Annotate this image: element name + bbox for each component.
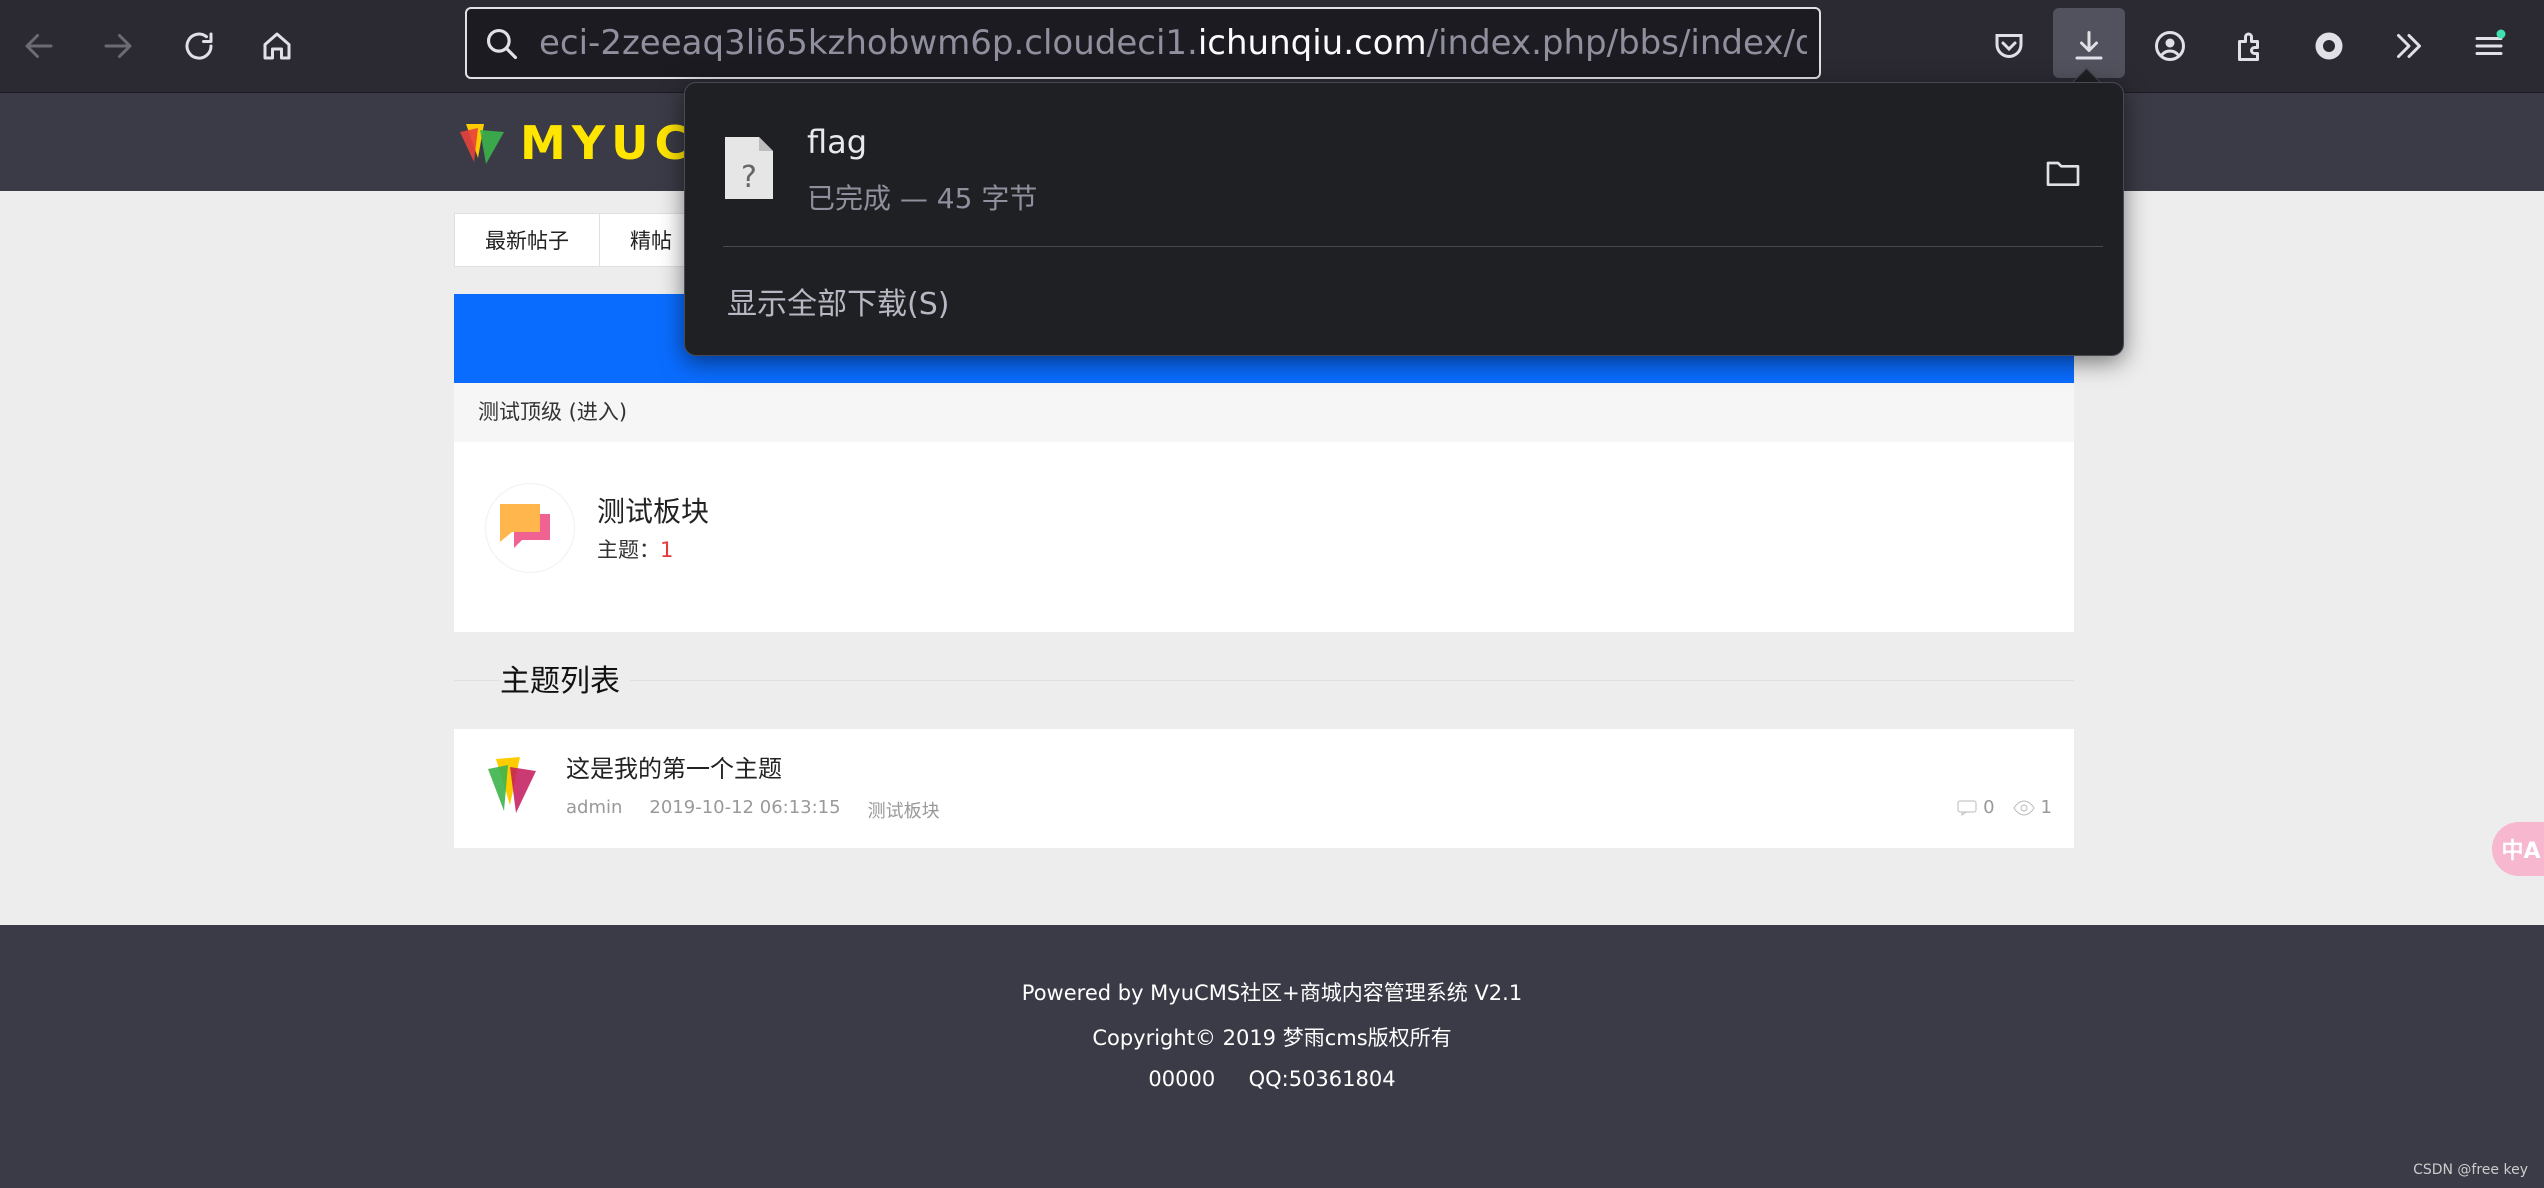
topic-list-title: 主题列表 — [500, 656, 630, 700]
browser-toolbar: eci-2zeeaq3li65kzhobwm6p.cloudeci1.ichun… — [0, 0, 2544, 93]
board-chat-icon — [486, 484, 574, 572]
overflow-chevron-icon[interactable] — [2386, 23, 2432, 69]
footer-powered-by: Powered by MyuCMS社区+商城内容管理系统 V2.1 — [1021, 981, 1523, 1005]
view-count: 1 — [2012, 797, 2052, 818]
board-name[interactable]: 测试板块 — [597, 490, 709, 530]
topic-author[interactable]: admin — [566, 797, 622, 823]
record-icon[interactable] — [2306, 23, 2352, 69]
reload-icon[interactable] — [176, 23, 222, 69]
forum-board-card[interactable]: 测试板块 主题：1 — [454, 442, 2074, 632]
folder-icon[interactable] — [2043, 153, 2083, 193]
forum-category-header[interactable]: 测试顶级 (进入) — [454, 383, 2074, 442]
topic-time: 2019-10-12 06:13:15 — [649, 797, 841, 818]
menu-icon[interactable] — [2466, 23, 2512, 69]
watermark: CSDN @free key — [2413, 1162, 2528, 1178]
topic-meta: admin 2019-10-12 06:13:15 测试板块 — [566, 797, 940, 823]
comment-icon — [1957, 800, 1977, 816]
url-bar[interactable]: eci-2zeeaq3li65kzhobwm6p.cloudeci1.ichun… — [465, 7, 1821, 79]
site-logo[interactable]: MYUC — [456, 116, 695, 170]
account-icon[interactable] — [2147, 23, 2193, 69]
topic-title[interactable]: 这是我的第一个主题 — [566, 749, 782, 784]
home-icon[interactable] — [254, 23, 300, 69]
unknown-file-icon: ? — [723, 135, 775, 201]
translate-button[interactable]: 中A — [2492, 822, 2544, 876]
board-topic-count: 主题：1 — [597, 538, 674, 562]
logo-mark-icon — [460, 124, 504, 164]
post-tabs: 最新帖子 精帖 — [454, 213, 703, 267]
topic-list-heading: 主题列表 — [454, 650, 2074, 700]
topic-stats: 0 1 — [1957, 797, 2052, 818]
footer-copyright: Copyright© 2019 梦雨cms版权所有 — [1092, 1026, 1452, 1050]
svg-text:?: ? — [741, 160, 757, 195]
avatar[interactable] — [484, 753, 544, 817]
reply-count: 0 — [1957, 797, 1995, 818]
site-footer: Powered by MyuCMS社区+商城内容管理系统 V2.1 Copyri… — [0, 925, 2544, 1188]
download-file-name[interactable]: flag — [807, 123, 867, 161]
eye-icon — [2012, 799, 2035, 816]
downloads-divider — [723, 246, 2103, 247]
logo-text: MYUC — [520, 116, 695, 170]
back-icon[interactable] — [16, 23, 62, 69]
footer-contact: 00000 QQ:50361804 — [1148, 1067, 1396, 1091]
search-icon — [486, 28, 518, 60]
topic-board[interactable]: 测试板块 — [868, 797, 940, 823]
download-status: 已完成 — 45 字节 — [807, 182, 1038, 215]
url-text: eci-2zeeaq3li65kzhobwm6p.cloudeci1.ichun… — [539, 23, 1807, 63]
list-item[interactable]: 这是我的第一个主题 admin 2019-10-12 06:13:15 测试板块… — [454, 729, 2074, 848]
show-all-downloads-button[interactable]: 显示全部下载(S) — [727, 279, 949, 323]
download-icon[interactable] — [2066, 23, 2112, 69]
extensions-icon[interactable] — [2227, 23, 2273, 69]
downloads-panel: ? flag 已完成 — 45 字节 显示全部下载(S) — [684, 82, 2124, 356]
tab-latest-posts[interactable]: 最新帖子 — [454, 213, 600, 267]
pocket-icon[interactable] — [1986, 23, 2032, 69]
forward-icon[interactable] — [95, 23, 141, 69]
